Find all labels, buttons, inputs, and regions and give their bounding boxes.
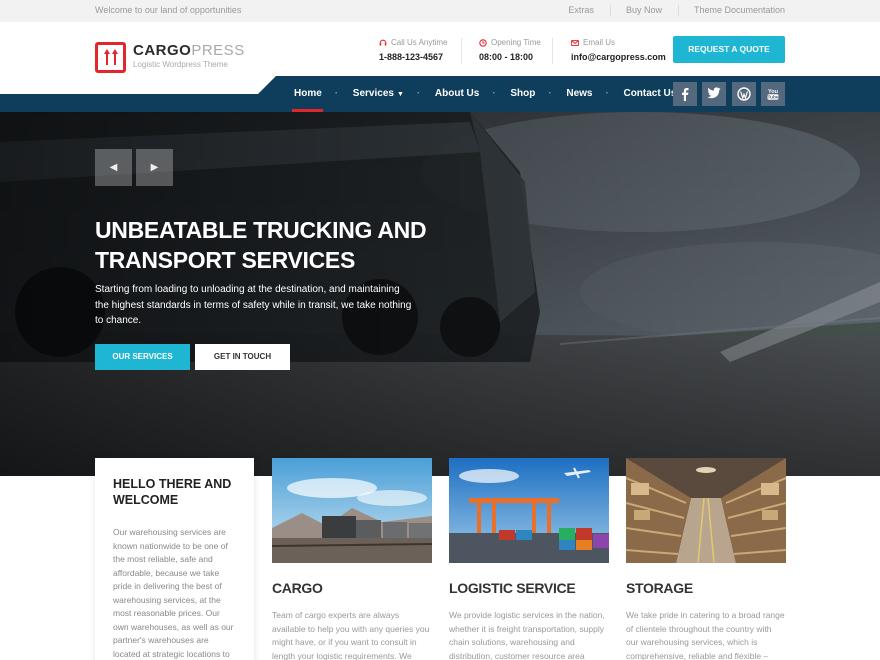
- top-links: Extras Buy Now Theme Documentation: [568, 5, 785, 16]
- service-text: We take pride in catering to a broad ran…: [626, 610, 785, 660]
- nav-item-news[interactable]: News: [548, 88, 592, 99]
- email-address[interactable]: info@cargopress.com: [571, 52, 666, 62]
- info-call: Call Us Anytime 1-888-123-4567: [379, 38, 448, 62]
- headset-icon: [379, 39, 387, 46]
- chevron-down-icon: ▼: [396, 91, 404, 98]
- welcome-title: HELLO THERE AND WELCOME: [113, 477, 232, 507]
- info-email: Email Us info@cargopress.com: [571, 38, 666, 62]
- logo-name[interactable]: CARGOPRESS: [133, 42, 245, 59]
- opening-hours: 08:00 - 18:00: [479, 52, 534, 62]
- welcome-text: Our warehousing services are known natio…: [113, 527, 234, 659]
- service-card-storage[interactable]: STORAGE We take pride in catering to a b…: [626, 458, 786, 660]
- envelope-icon: [571, 39, 579, 46]
- get-in-touch-button[interactable]: GET IN TOUCH: [195, 344, 290, 370]
- service-title[interactable]: LOGISTIC SERVICE: [449, 580, 609, 596]
- next-slide-button[interactable]: ▶: [136, 149, 173, 186]
- request-quote-button[interactable]: REQUEST A QUOTE: [673, 36, 785, 63]
- service-title[interactable]: CARGO: [272, 580, 432, 596]
- link-buy-now[interactable]: Buy Now: [609, 5, 662, 16]
- nav-item-home[interactable]: Home: [294, 88, 322, 99]
- nav-item-about-us[interactable]: About Us: [417, 88, 480, 99]
- top-bar: Welcome to our land of opportunities Ext…: [0, 0, 880, 22]
- info-hours: Opening Time 08:00 - 18:00: [479, 38, 541, 62]
- logistic-image[interactable]: [449, 458, 609, 563]
- service-text: We provide logistic services in the nati…: [449, 610, 605, 660]
- hero-slider: ◀ ▶ UNBEATABLE TRUCKING AND TRANSPORT SE…: [0, 112, 880, 476]
- nav-item-shop[interactable]: Shop: [492, 88, 535, 99]
- nav-menu: Home Services▼ About Us Shop News Contac…: [294, 88, 707, 99]
- logo-tagline: Logistic Wordpress Theme: [133, 60, 228, 69]
- hero-title: UNBEATABLE TRUCKING AND TRANSPORT SERVIC…: [95, 217, 427, 273]
- hero-text: Starting from loading to unloading at th…: [95, 284, 412, 326]
- cargo-image[interactable]: [272, 458, 432, 563]
- previous-slide-button[interactable]: ◀: [95, 149, 132, 186]
- service-card-logistic[interactable]: LOGISTIC SERVICE We provide logistic ser…: [449, 458, 609, 660]
- storage-image[interactable]: [626, 458, 786, 563]
- svg-text:You: You: [768, 89, 778, 95]
- welcome-text: Welcome to our land of opportunities: [95, 5, 242, 15]
- welcome-box: HELLO THERE AND WELCOME Our warehousing …: [95, 458, 254, 660]
- divider: [461, 38, 462, 64]
- phone-number[interactable]: 1-888-123-4567: [379, 52, 447, 62]
- slider-controls: ◀ ▶: [95, 149, 173, 186]
- nav-item-contact-us[interactable]: Contact Us: [606, 88, 677, 99]
- link-extras[interactable]: Extras: [568, 5, 594, 15]
- main-navigation: Home Services▼ About Us Shop News Contac…: [0, 76, 880, 112]
- wordpress-icon[interactable]: [732, 82, 756, 106]
- facebook-icon[interactable]: [673, 82, 697, 106]
- nav-item-services[interactable]: Services▼: [335, 88, 404, 99]
- clock-icon: [479, 38, 487, 47]
- service-card-cargo[interactable]: CARGO Team of cargo experts are always a…: [272, 458, 432, 660]
- our-services-button[interactable]: OUR SERVICES: [95, 344, 190, 370]
- twitter-icon[interactable]: [702, 82, 726, 106]
- logo-icon[interactable]: [95, 42, 126, 73]
- link-theme-documentation[interactable]: Theme Documentation: [677, 5, 785, 16]
- service-title[interactable]: STORAGE: [626, 580, 786, 596]
- svg-text:Tube: Tube: [767, 95, 778, 101]
- divider: [552, 38, 553, 64]
- youtube-icon[interactable]: You Tube: [761, 82, 785, 106]
- service-text: Team of cargo experts are always availab…: [272, 610, 430, 660]
